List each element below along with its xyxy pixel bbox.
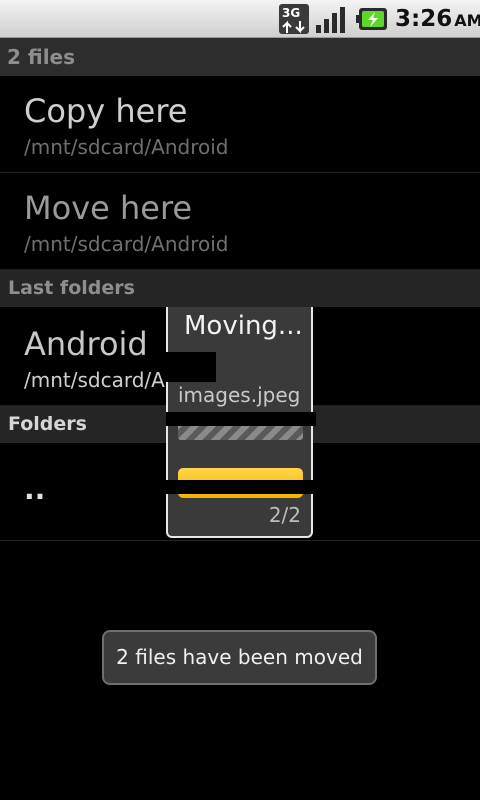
status-bar: 3G 3:26 AM [0, 0, 480, 38]
dialog-file-name: images.jpeg [178, 383, 301, 407]
move-here-path: /mnt/sdcard/Android [24, 232, 229, 256]
battery-charging-icon [356, 8, 387, 30]
signal-strength-icon [316, 7, 345, 33]
render-glitch [166, 480, 316, 494]
section-label-last-folders: Last folders [8, 277, 135, 299]
copy-here-path: /mnt/sdcard/Android [24, 135, 229, 159]
last-folder-name: Android [24, 325, 148, 363]
section-header-last-folders: Last folders [0, 270, 480, 307]
move-here-label: Move here [24, 189, 193, 227]
dialog-title: Moving... [184, 311, 303, 341]
3g-data-icon: 3G [279, 4, 309, 34]
parent-folder-label: .. [24, 473, 46, 506]
copy-here-item[interactable]: Copy here /mnt/sdcard/Android [0, 76, 480, 173]
move-here-item[interactable]: Move here /mnt/sdcard/Android [0, 173, 480, 270]
dialog-file-count: 2/2 [268, 503, 301, 527]
toast-message: 2 files have been moved [102, 630, 377, 685]
status-clock: 3:26 AM [395, 5, 480, 33]
copy-here-label: Copy here [24, 92, 188, 130]
clock-time: 3:26 [395, 6, 453, 32]
title-bar: 2 files [0, 38, 480, 76]
section-label-folders: Folders [8, 413, 87, 435]
render-glitch [166, 352, 216, 382]
page-title: 2 files [7, 45, 76, 69]
svg-text:3G: 3G [282, 6, 300, 20]
render-glitch [166, 412, 316, 426]
clock-ampm: AM [454, 11, 480, 30]
